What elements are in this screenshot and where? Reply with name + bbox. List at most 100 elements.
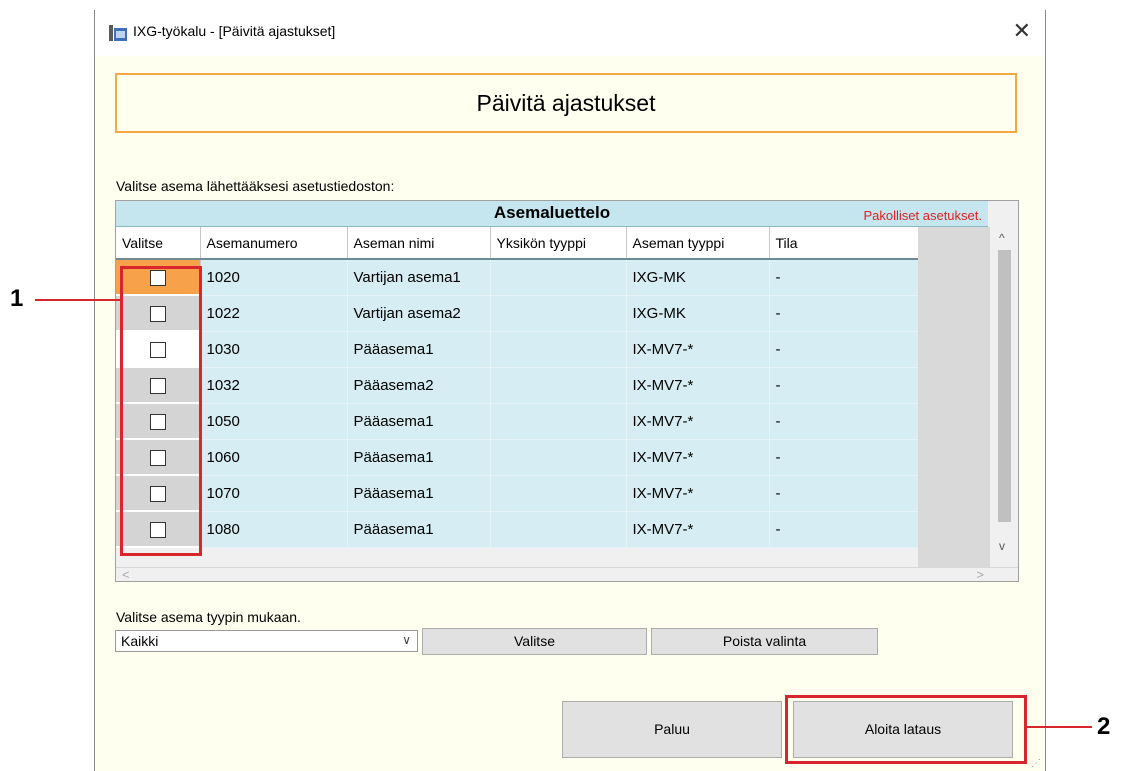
column-header-select[interactable]: Valitse xyxy=(116,227,201,260)
station-type: IX-MV7-* xyxy=(626,439,770,476)
station-status: - xyxy=(769,475,919,512)
row-checkbox[interactable] xyxy=(149,269,166,286)
station-type: IX-MV7-* xyxy=(626,367,770,404)
window-title: IXG-työkalu - [Päivitä ajastukset] xyxy=(133,23,336,39)
callout-1-line xyxy=(35,299,120,301)
station-type: IXG-MK xyxy=(626,259,770,296)
table-row[interactable]: 1020 Vartijan asema1 IXG-MK - xyxy=(116,259,919,296)
scrollbar-thumb[interactable] xyxy=(998,250,1011,522)
row-select-cell[interactable] xyxy=(116,511,201,548)
row-checkbox[interactable] xyxy=(149,413,166,430)
station-type: IX-MV7-* xyxy=(626,475,770,512)
column-header-number[interactable]: Asemanumero xyxy=(200,227,348,260)
type-filter-label: Valitse asema tyypin mukaan. xyxy=(116,609,301,625)
station-list-title: Asemaluettelo xyxy=(493,203,611,222)
horizontal-scrollbar[interactable]: < > xyxy=(116,567,1018,581)
vertical-scrollbar[interactable]: ^ v xyxy=(990,227,1018,567)
table-empty-area xyxy=(918,227,990,567)
station-status: - xyxy=(769,295,919,332)
chevron-down-icon[interactable]: ∨ xyxy=(402,633,411,647)
station-number: 1060 xyxy=(200,439,348,476)
scroll-right-icon[interactable]: > xyxy=(976,567,984,581)
required-settings-note: Pakolliset asetukset. xyxy=(863,208,982,223)
unit-type xyxy=(490,259,627,296)
column-header-name[interactable]: Aseman nimi xyxy=(347,227,491,260)
station-name: Pääasema1 xyxy=(347,475,491,512)
scroll-left-icon[interactable]: < xyxy=(122,567,130,581)
table-row[interactable]: 1060 Pääasema1 IX-MV7-* - xyxy=(116,439,919,476)
station-name: Vartijan asema1 xyxy=(347,259,491,296)
unit-type xyxy=(490,367,627,404)
unit-type xyxy=(490,403,627,440)
page-title-banner: Päivitä ajastukset xyxy=(115,73,1017,133)
table-row[interactable]: 1022 Vartijan asema2 IXG-MK - xyxy=(116,295,919,332)
station-name: Pääasema1 xyxy=(347,331,491,368)
table-row[interactable]: 1080 Pääasema1 IX-MV7-* - xyxy=(116,511,919,548)
row-checkbox[interactable] xyxy=(149,449,166,466)
table-row[interactable]: 1032 Pääasema2 IX-MV7-* - xyxy=(116,367,919,404)
row-checkbox[interactable] xyxy=(149,521,166,538)
scroll-up-icon[interactable]: ^ xyxy=(999,231,1005,245)
station-status: - xyxy=(769,439,919,476)
station-table: Valitse Asemanumero Aseman nimi Yksikön … xyxy=(116,227,919,548)
station-number: 1080 xyxy=(200,511,348,548)
row-select-cell[interactable] xyxy=(116,439,201,476)
page-title: Päivitä ajastukset xyxy=(476,90,656,116)
station-type: IXG-MK xyxy=(626,295,770,332)
station-type-select[interactable]: Kaikki ∨ xyxy=(115,630,418,652)
row-select-cell[interactable] xyxy=(116,295,201,332)
callout-2-label: 2 xyxy=(1097,713,1111,740)
row-checkbox[interactable] xyxy=(149,305,166,322)
row-select-cell[interactable] xyxy=(116,331,201,368)
unit-type xyxy=(490,331,627,368)
station-name: Pääasema1 xyxy=(347,403,491,440)
scroll-down-icon[interactable]: v xyxy=(999,539,1005,553)
station-type: IX-MV7-* xyxy=(626,403,770,440)
station-name: Vartijan asema2 xyxy=(347,295,491,332)
station-type: IX-MV7-* xyxy=(626,331,770,368)
row-select-cell[interactable] xyxy=(116,259,201,296)
station-status: - xyxy=(769,367,919,404)
app-window: IXG-työkalu - [Päivitä ajastukset] ✕ Päi… xyxy=(94,10,1046,771)
start-upload-button[interactable]: Aloita lataus xyxy=(793,701,1013,758)
callout-1-label: 1 xyxy=(10,285,24,312)
station-number: 1070 xyxy=(200,475,348,512)
title-bar: IXG-työkalu - [Päivitä ajastukset] ✕ xyxy=(95,10,1045,56)
station-list: Asemaluettelo Pakolliset asetukset. Vali… xyxy=(115,200,1019,582)
table-row[interactable]: 1070 Pääasema1 IX-MV7-* - xyxy=(116,475,919,512)
station-name: Pääasema1 xyxy=(347,439,491,476)
unit-type xyxy=(490,475,627,512)
table-header-row: Valitse Asemanumero Aseman nimi Yksikön … xyxy=(116,227,919,260)
row-select-cell[interactable] xyxy=(116,403,201,440)
row-checkbox[interactable] xyxy=(149,377,166,394)
close-icon[interactable]: ✕ xyxy=(1013,18,1031,44)
select-button[interactable]: Valitse xyxy=(422,628,647,655)
station-status: - xyxy=(769,511,919,548)
column-header-unit-type[interactable]: Yksikön tyyppi xyxy=(490,227,627,260)
station-name: Pääasema1 xyxy=(347,511,491,548)
station-number: 1032 xyxy=(200,367,348,404)
row-select-cell[interactable] xyxy=(116,367,201,404)
station-status: - xyxy=(769,403,919,440)
station-number: 1030 xyxy=(200,331,348,368)
deselect-button[interactable]: Poista valinta xyxy=(651,628,878,655)
station-list-caption: Asemaluettelo Pakolliset asetukset. xyxy=(116,201,988,227)
station-name: Pääasema2 xyxy=(347,367,491,404)
station-number: 1050 xyxy=(200,403,348,440)
resize-grip-icon[interactable]: ⋰ xyxy=(1031,758,1041,769)
back-button[interactable]: Paluu xyxy=(562,701,782,758)
row-checkbox[interactable] xyxy=(149,485,166,502)
app-icon xyxy=(109,25,127,41)
station-number: 1022 xyxy=(200,295,348,332)
instruction-text: Valitse asema lähettääksesi asetustiedos… xyxy=(116,178,395,194)
station-status: - xyxy=(769,331,919,368)
station-type-select-value: Kaikki xyxy=(121,633,159,649)
row-select-cell[interactable] xyxy=(116,475,201,512)
table-row[interactable]: 1050 Pääasema1 IX-MV7-* - xyxy=(116,403,919,440)
station-type: IX-MV7-* xyxy=(626,511,770,548)
table-row[interactable]: 1030 Pääasema1 IX-MV7-* - xyxy=(116,331,919,368)
station-status: - xyxy=(769,259,919,296)
column-header-status[interactable]: Tila xyxy=(769,227,919,260)
column-header-station-type[interactable]: Aseman tyyppi xyxy=(626,227,770,260)
row-checkbox[interactable] xyxy=(149,341,166,358)
